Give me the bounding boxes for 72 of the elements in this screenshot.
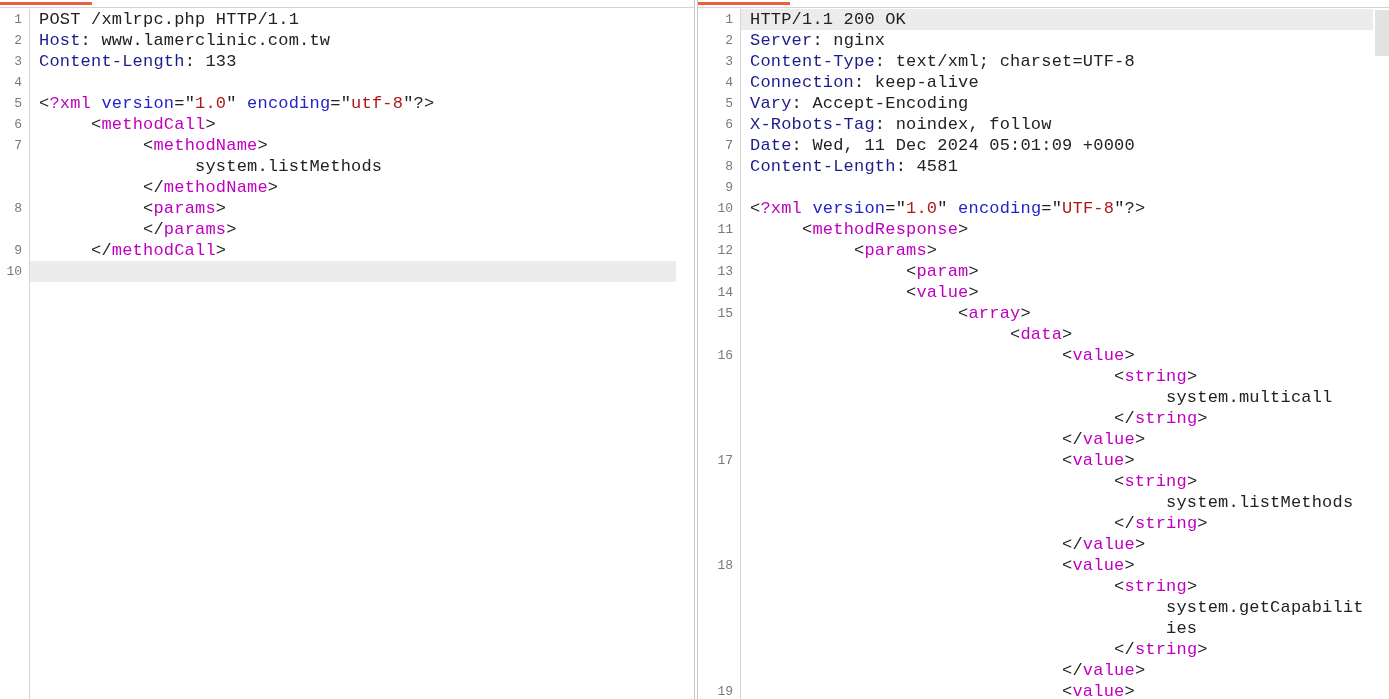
code-line: system.multicall	[1165, 387, 1334, 408]
line-number: 5	[725, 95, 733, 113]
line-number: 6	[14, 116, 22, 134]
code-line: Server: nginx	[749, 30, 887, 51]
code-line: <value>	[1061, 450, 1136, 471]
line-number: 4	[14, 74, 22, 92]
code-line: POST /xmlrpc.php HTTP/1.1	[38, 9, 301, 30]
code-line: </value>	[1061, 534, 1147, 555]
line-number: 4	[725, 74, 733, 92]
line-number: 9	[725, 179, 733, 197]
code-line: system.listMethods	[1165, 492, 1355, 513]
line-number: 8	[725, 158, 733, 176]
code-line: </value>	[1061, 429, 1147, 450]
code-line: Host: www.lamerclinic.com.tw	[38, 30, 332, 51]
code-line: X-Robots-Tag: noindex, follow	[749, 114, 1053, 135]
code-line: <params>	[853, 240, 939, 261]
code-line: Vary: Accept-Encoding	[749, 93, 970, 114]
line-number: 10	[717, 200, 733, 218]
code-line: <array>	[957, 303, 1032, 324]
line-number: 10	[6, 263, 22, 281]
line-number: 8	[14, 200, 22, 218]
line-number: 13	[717, 263, 733, 281]
code-line: </methodName>	[142, 177, 280, 198]
code-line: Content-Type: text/xml; charset=UTF-8	[749, 51, 1136, 72]
line-number: 6	[725, 116, 733, 134]
code-line: <value>	[1061, 345, 1136, 366]
code-line: ies	[1165, 618, 1199, 639]
line-number: 16	[717, 347, 733, 365]
code-line: <data>	[1009, 324, 1074, 345]
line-number: 12	[717, 242, 733, 260]
code-line: </string>	[1113, 513, 1209, 534]
code-line: <string>	[1113, 366, 1199, 387]
line-number: 3	[725, 53, 733, 71]
line-number: 3	[14, 53, 22, 71]
code-line: <string>	[1113, 471, 1199, 492]
code-line: <param>	[905, 261, 980, 282]
line-number: 11	[717, 221, 733, 239]
line-number: 1	[725, 11, 733, 29]
line-number: 18	[717, 557, 733, 575]
line-number: 17	[717, 452, 733, 470]
code-line: </value>	[1061, 660, 1147, 681]
code-line: <string>	[1113, 576, 1199, 597]
code-line: </string>	[1113, 408, 1209, 429]
line-number: 7	[725, 137, 733, 155]
code-line: <methodName>	[142, 135, 269, 156]
line-number: 7	[14, 137, 22, 155]
code-line: Connection: keep-alive	[749, 72, 980, 93]
code-line: <methodResponse>	[801, 219, 970, 240]
code-line: <methodCall>	[90, 114, 217, 135]
code-line: <value>	[1061, 555, 1136, 576]
code-line: </methodCall>	[90, 240, 228, 261]
code-line: system.listMethods	[194, 156, 384, 177]
code-line: </string>	[1113, 639, 1209, 660]
code-line: Content-Length: 133	[38, 51, 238, 72]
line-number: 2	[14, 32, 22, 50]
code-line: system.getCapabilit	[1165, 597, 1365, 618]
code-line: <params>	[142, 198, 228, 219]
line-number: 5	[14, 95, 22, 113]
line-number: 14	[717, 284, 733, 302]
code-line: Date: Wed, 11 Dec 2024 05:01:09 +0000	[749, 135, 1136, 156]
line-number: 15	[717, 305, 733, 323]
code-line: <?xml version="1.0" encoding="utf-8"?>	[38, 93, 436, 114]
code-line: </params>	[142, 219, 238, 240]
line-number: 19	[717, 683, 733, 699]
code-line: Content-Length: 4581	[749, 156, 960, 177]
line-number: 1	[14, 11, 22, 29]
scrollbar-thumb[interactable]	[1375, 10, 1389, 56]
line-number: 2	[725, 32, 733, 50]
code-line: <value>	[1061, 681, 1136, 699]
line-number: 9	[14, 242, 22, 260]
code-line: <value>	[905, 282, 980, 303]
code-line: <?xml version="1.0" encoding="UTF-8"?>	[749, 198, 1147, 219]
